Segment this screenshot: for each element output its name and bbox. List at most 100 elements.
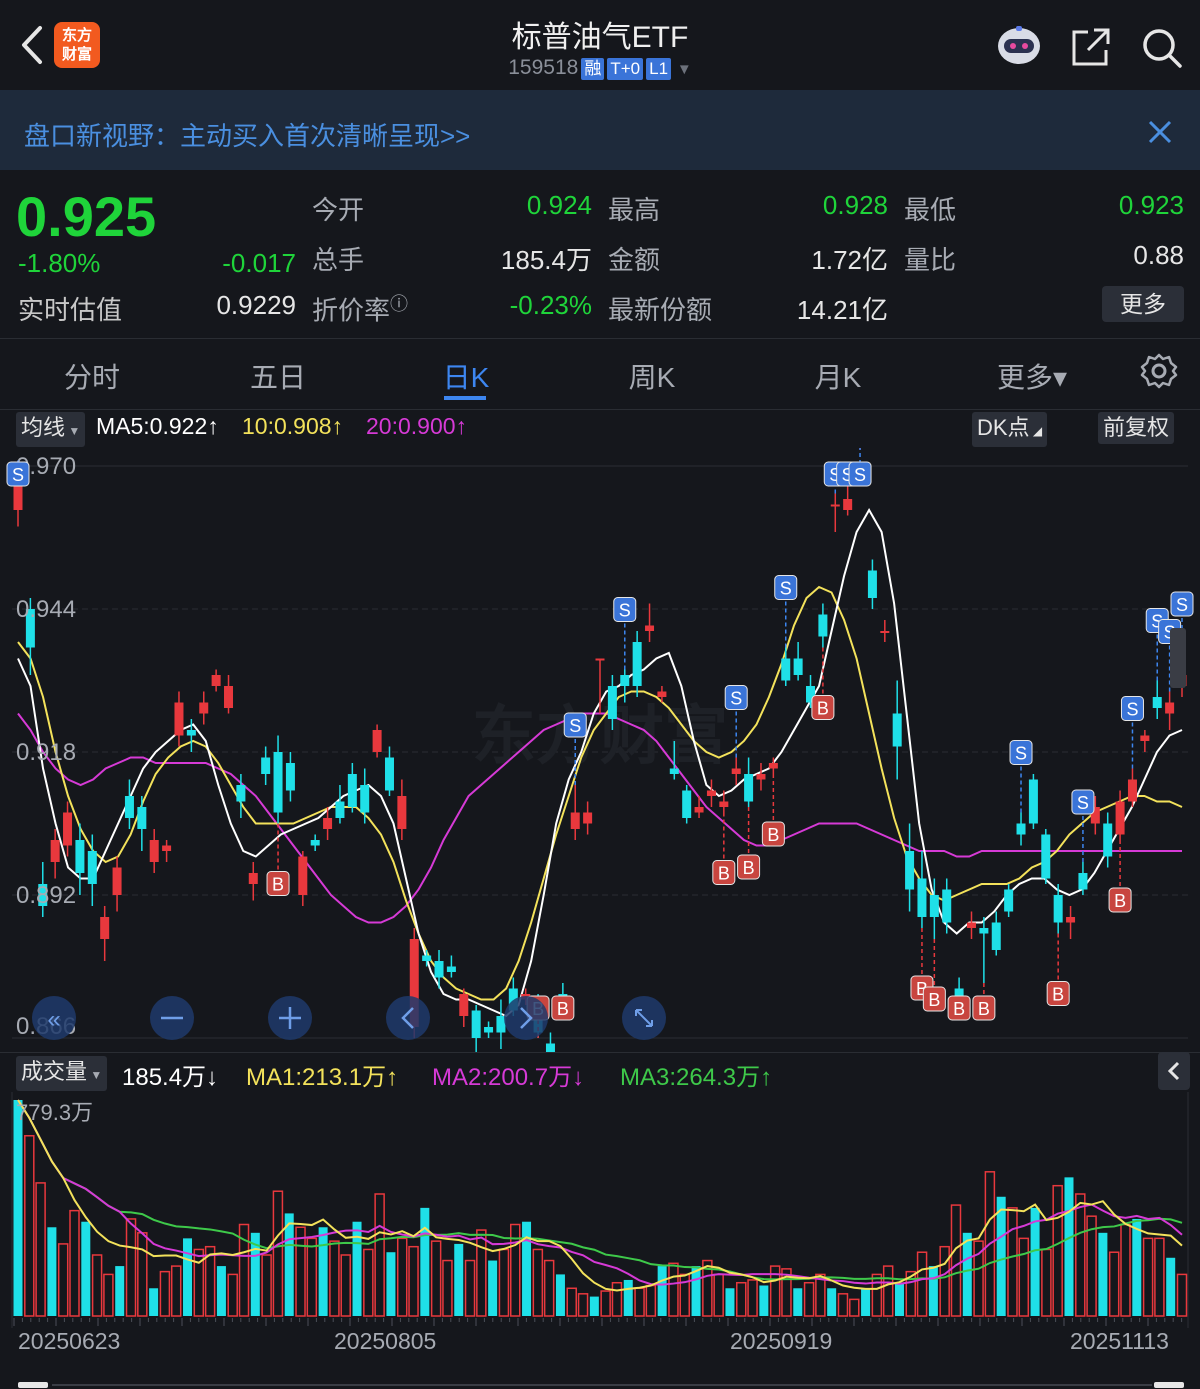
dk-point-selector[interactable]: DK点 ◢ <box>972 412 1048 447</box>
volume-bar <box>420 1207 430 1316</box>
page-title: 标普油气ETF <box>511 21 689 54</box>
volume-bar <box>318 1227 328 1316</box>
volume-value: 185.4万 <box>500 245 592 275</box>
price-axis-label: 0.918 <box>16 739 76 766</box>
volume-bar <box>589 1296 599 1316</box>
volume-bar <box>759 1285 769 1316</box>
candle-body <box>422 955 432 961</box>
scroll-start-handle[interactable] <box>18 1382 48 1388</box>
prev-button[interactable] <box>386 996 430 1040</box>
chart-scroll-handle[interactable] <box>1170 628 1186 688</box>
candle-body <box>149 840 159 862</box>
buy-signal-label: B <box>272 875 284 895</box>
tab-daily-k[interactable]: 日K <box>396 356 536 396</box>
candle-body <box>199 702 209 714</box>
candle-body <box>818 614 828 637</box>
zoom-out-button[interactable] <box>150 996 194 1040</box>
candle-body <box>545 1043 555 1052</box>
active-tab-indicator <box>444 396 486 400</box>
candle-body <box>645 625 655 631</box>
buy-signal-label: B <box>557 999 569 1019</box>
volume-bar <box>657 1266 667 1316</box>
dk-point-label: DK点 <box>977 415 1030 440</box>
candle-body <box>335 801 345 818</box>
candle-body <box>360 785 370 813</box>
fullscreen-button[interactable] <box>622 996 666 1040</box>
promo-banner-text[interactable]: 盘口新视野：主动买入首次清晰呈现>> <box>24 116 470 153</box>
candle-body <box>632 642 642 686</box>
candle-body <box>768 763 778 769</box>
share-icon[interactable] <box>1070 26 1112 68</box>
volume-indicator-selector[interactable]: 成交量 ▼ <box>16 1056 108 1091</box>
iopv-label: 实时估值 <box>18 295 123 325</box>
candle-body <box>892 713 902 747</box>
volume-bar <box>725 1288 735 1316</box>
volume-ma2: MA2:200.7万↓ <box>432 1064 585 1091</box>
candle-body <box>793 658 803 675</box>
scrollbar[interactable] <box>1170 628 1186 688</box>
tab-intraday[interactable]: 分时 <box>22 356 162 396</box>
buy-signal-label: B <box>1114 891 1126 911</box>
robot-assistant-icon[interactable] <box>996 24 1042 66</box>
discount-rate-label[interactable]: 折价率ⓘ <box>312 290 408 328</box>
app-logo[interactable]: 东方 财富 <box>54 22 100 68</box>
search-icon[interactable] <box>1140 26 1184 70</box>
chevron-left-icon <box>1167 1061 1180 1081</box>
zoom-in-button[interactable] <box>268 996 312 1040</box>
close-icon[interactable] <box>1146 118 1174 146</box>
candle-body <box>63 812 73 846</box>
candle-body <box>174 702 184 736</box>
volume-chart[interactable]: 779.3万 <box>0 1092 1200 1328</box>
candle-body <box>830 504 840 507</box>
tab-weekly-k[interactable]: 周K <box>582 356 722 396</box>
tab-five-day[interactable]: 五日 <box>208 356 348 396</box>
discount-rate-value: -0.23% <box>509 290 592 320</box>
dropdown-caret-icon: ▼ <box>65 424 81 438</box>
volume-axis-max: 779.3万 <box>16 1100 93 1125</box>
iopv-value: 0.9229 <box>216 290 296 320</box>
candle-body <box>186 730 196 736</box>
volume-selector-label: 成交量 <box>21 1059 88 1084</box>
collapse-panel-button[interactable] <box>1158 1052 1190 1090</box>
date-label-3: 20250919 <box>730 1328 833 1354</box>
candle-body <box>310 840 320 846</box>
volume-bar <box>386 1252 396 1316</box>
candle-body <box>248 873 258 884</box>
volume-bar <box>115 1266 125 1316</box>
rewind-button[interactable]: « <box>32 996 76 1040</box>
candle-body <box>583 812 593 824</box>
volume-bar <box>555 1274 565 1316</box>
tab-monthly-k[interactable]: 月K <box>768 356 908 396</box>
candle-body <box>880 631 890 633</box>
scroll-end-handle[interactable] <box>1154 1382 1184 1388</box>
candle-body <box>694 807 704 813</box>
candlestick-chart[interactable]: 东方财富 0.9700.9440.9180.8920.866 BBBBBBBBB… <box>0 448 1200 1052</box>
candle-body <box>298 856 308 895</box>
next-button[interactable] <box>504 996 548 1040</box>
volume-bar <box>962 1232 972 1316</box>
ma5-value: MA5:0.922↑ <box>96 413 219 439</box>
volume-bar <box>827 1288 837 1316</box>
volume-bar <box>47 1227 57 1316</box>
ma-selector[interactable]: 均线 ▼ <box>16 412 86 447</box>
candle-body <box>112 867 122 895</box>
settings-gear-icon[interactable] <box>1140 352 1178 390</box>
volume-bar <box>149 1288 159 1316</box>
bottom-scrollbar[interactable] <box>0 1380 1200 1389</box>
high-label: 最高 <box>608 195 661 225</box>
code-row[interactable]: 159518 融 T+0 L1 ▼ <box>300 56 900 80</box>
logo-text-line1: 东方 <box>61 27 92 44</box>
candle-body <box>731 768 741 774</box>
more-button[interactable]: 更多 <box>1102 286 1184 322</box>
volume-bar <box>1166 1257 1176 1316</box>
tab-more[interactable]: 更多▾ <box>962 356 1102 396</box>
low-label: 最低 <box>904 195 957 225</box>
adjust-selector[interactable]: 前复权 <box>1098 412 1175 444</box>
volume-bar <box>894 1282 904 1316</box>
candle-body <box>867 570 877 598</box>
volume-label: 总手 <box>312 245 365 275</box>
sell-signal-label: S <box>12 465 24 485</box>
candle-body <box>595 658 605 661</box>
back-arrow-icon[interactable] <box>14 22 54 68</box>
info-icon[interactable]: ⓘ <box>390 294 408 314</box>
